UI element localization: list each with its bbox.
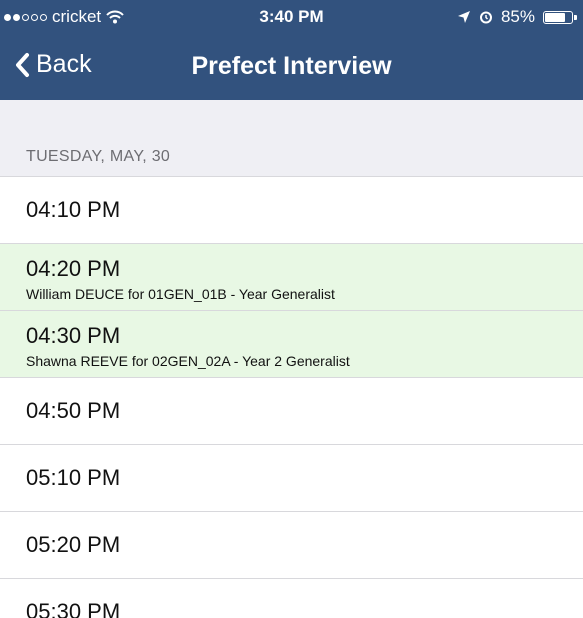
status-right-group: 85% <box>457 7 577 27</box>
slot-list: 04:10 PM 04:20 PM William DEUCE for 01GEN_… <box>0 176 583 618</box>
slot-time: 05:20 PM <box>26 532 121 557</box>
slot-row[interactable]: 05:10 PM <box>0 445 583 512</box>
page-title: Prefect Interview <box>191 52 392 80</box>
slot-row[interactable]: 05:30 PM <box>0 579 583 618</box>
booked-slot-row[interactable]: 04:20 PM William DEUCE for 01GEN_01B - Ye… <box>0 244 583 311</box>
screen: cricket 3:40 PM 85% Back Prefect Intervi… <box>0 0 583 618</box>
slot-time: 04:50 PM <box>26 398 121 423</box>
section-header: TUESDAY, MAY, 30 <box>26 148 171 165</box>
battery-tip <box>574 14 577 20</box>
battery-percent: 85% <box>500 7 535 26</box>
slot-detail: William DEUCE for 01GEN_01B - Year Gener… <box>26 286 335 302</box>
slot-row[interactable]: 04:50 PM <box>0 378 583 445</box>
location-arrow-icon <box>457 11 470 23</box>
status-bar: cricket 3:40 PM 85% <box>0 0 583 34</box>
alarm-icon <box>479 11 492 24</box>
header: cricket 3:40 PM 85% Back Prefect Intervi… <box>0 0 583 100</box>
slot-time: 05:10 PM <box>26 465 121 490</box>
booked-slot-row[interactable]: 04:30 PM Shawna REEVE for 02GEN_02A - Yea… <box>0 311 583 378</box>
slot-detail: Shawna REEVE for 02GEN_02A - Year 2 Gene… <box>26 353 350 369</box>
slot-time: 04:30 PM <box>26 323 121 348</box>
slot-time: 05:30 PM <box>26 599 121 618</box>
battery-icon <box>543 10 577 24</box>
slot-time: 04:10 PM <box>26 197 121 222</box>
slot-time: 04:20 PM <box>26 256 121 281</box>
battery-level <box>545 12 566 22</box>
slot-row[interactable]: 05:20 PM <box>0 512 583 579</box>
slot-row[interactable]: 04:10 PM <box>0 177 583 244</box>
navigation-bar: Back Prefect Interview <box>0 34 583 100</box>
